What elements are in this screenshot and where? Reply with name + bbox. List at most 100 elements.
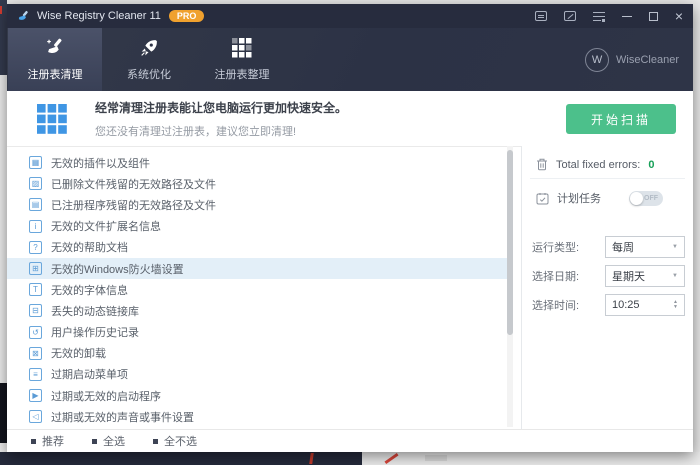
list-item[interactable]: ▶ 过期或无效的启动程序	[7, 385, 507, 406]
option-label: 推荐	[42, 436, 64, 448]
registry-list: ▦ 无效的插件以及组件 ▨ 已删除文件残留的无效路径及文件 ▤ 已注册程序残留的无效路径及…	[7, 146, 507, 429]
list-item[interactable]: ⊟ 丢失的动态链接库	[7, 300, 507, 321]
banner-subline: 您还没有清理过注册表，建议您立即清理!	[95, 125, 297, 138]
option-label: 全选	[103, 436, 125, 448]
chevron-down-icon: ▼	[672, 273, 678, 279]
list-item[interactable]: ◁ 过期或无效的声音或事件设置	[7, 406, 507, 427]
list-item-label: 无效的字体信息	[51, 284, 128, 297]
deleted-file-icon: ▨	[29, 177, 42, 191]
list-item-label: 用户操作历史记录	[51, 327, 139, 340]
brand-logo: W WiseCleaner	[585, 28, 679, 91]
chevron-down-icon: ▼	[672, 244, 678, 250]
run-type-select[interactable]: 每周 ▼	[605, 236, 685, 258]
app-logo-icon	[18, 10, 28, 20]
schedule-toggle[interactable]: OFF	[629, 190, 663, 206]
nav-tabbar: 注册表清理 系统优化 注册表整理 W WiseCleaner	[7, 28, 693, 91]
list-item[interactable]: ▨ 已删除文件残留的无效路径及文件	[7, 173, 507, 194]
app-window: Wise Registry Cleaner 11 PRO × 注册表清理 系统优…	[7, 4, 693, 452]
trash-icon	[537, 158, 547, 171]
file-extension-icon: i	[29, 219, 42, 233]
maximize-button[interactable]	[648, 11, 658, 21]
list-item-label: 无效的文件扩展名信息	[51, 221, 161, 234]
brand-name: WiseCleaner	[616, 53, 679, 66]
list-item-label: 已注册程序残留的无效路径及文件	[51, 199, 216, 212]
list-item[interactable]: ⊠ 无效的卸载	[7, 343, 507, 364]
tab-label: 系统优化	[127, 69, 171, 81]
selection-footer: 推荐 全选 全不选	[7, 429, 693, 452]
bullet-icon	[92, 438, 97, 444]
bullet-icon	[31, 438, 36, 444]
background-fragment	[0, 383, 7, 443]
tab-registry-cleanup[interactable]: 注册表清理	[8, 28, 102, 91]
help-doc-icon: ?	[29, 240, 42, 254]
list-item[interactable]: T 无效的字体信息	[7, 279, 507, 300]
side-panel: Total fixed errors: 0 计划任务 OFF 运行类型: 每周	[522, 146, 693, 429]
list-item-label: 丢失的动态链接库	[51, 305, 139, 318]
pro-badge: PRO	[168, 10, 205, 22]
list-item-label: 无效的帮助文档	[51, 242, 128, 255]
edit-icon[interactable]	[563, 11, 576, 21]
background-fragment	[0, 6, 2, 14]
rocket-icon	[141, 40, 157, 56]
scrollbar-thumb[interactable]	[507, 150, 513, 335]
schedule-label: 计划任务	[557, 193, 601, 205]
wisecleaner-logo-icon: W	[585, 47, 610, 72]
info-banner: 经常清理注册表能让您电脑运行更加快速安全。 您还没有清理过注册表，建议您立即清理…	[7, 91, 693, 147]
menu-icon[interactable]	[592, 11, 605, 22]
screen: Wise Registry Cleaner 11 PRO × 注册表清理 系统优…	[0, 0, 700, 465]
list-item[interactable]: ≡ 过期启动菜单项	[7, 364, 507, 385]
list-item[interactable]: i 无效的文件扩展名信息	[7, 216, 507, 237]
list-item[interactable]: ⊞ 无效的Windows防火墙设置	[7, 257, 507, 280]
time-spinner-value: 10:25	[612, 299, 640, 311]
uninstall-icon: ⊠	[29, 346, 42, 360]
select-none-button[interactable]: 全不选	[153, 433, 197, 449]
minimize-button[interactable]	[621, 15, 632, 17]
startup-program-icon: ▶	[29, 389, 42, 403]
option-label: 全不选	[164, 436, 197, 448]
grid-icon	[232, 38, 252, 58]
start-scan-button[interactable]: 开始扫描	[566, 104, 676, 134]
fixed-errors-label: Total fixed errors:	[556, 158, 641, 171]
list-item-label: 无效的Windows防火墙设置	[51, 263, 184, 276]
time-select-label: 选择时间:	[532, 300, 580, 312]
list-item[interactable]: ▤ 已注册程序残留的无效路径及文件	[7, 194, 507, 215]
tab-system-tuneup[interactable]: 系统优化	[104, 28, 194, 91]
spinner-arrows-icon[interactable]: ▲ ▼	[673, 300, 678, 310]
list-item-label: 无效的卸载	[51, 348, 106, 361]
list-item-label: 过期启动菜单项	[51, 369, 128, 382]
registered-program-icon: ▤	[29, 198, 42, 212]
schedule-icon	[536, 192, 549, 204]
list-item[interactable]: ↺ 用户操作历史记录	[7, 322, 507, 343]
toggle-knob	[630, 191, 643, 205]
background-window-strip	[362, 452, 700, 465]
fixed-errors-value: 0	[648, 158, 655, 171]
firewall-icon: ⊞	[29, 262, 42, 276]
background-window-strip	[0, 452, 362, 465]
window-title: Wise Registry Cleaner 11	[37, 10, 161, 22]
tab-registry-defrag[interactable]: 注册表整理	[197, 28, 287, 91]
tab-label: 注册表清理	[27, 69, 83, 81]
list-item[interactable]: ▦ 无效的插件以及组件	[7, 152, 507, 173]
panel-separator	[530, 178, 685, 179]
list-item-label: 无效的插件以及组件	[51, 157, 150, 170]
tab-label: 注册表整理	[214, 69, 270, 81]
dll-icon: ⊟	[29, 304, 42, 318]
plugin-icon: ▦	[29, 156, 42, 170]
feedback-icon[interactable]	[534, 11, 547, 21]
select-all-button[interactable]: 全选	[92, 433, 125, 449]
grid-tiles-icon	[37, 103, 67, 134]
select-recommended-button[interactable]: 推荐	[31, 433, 64, 449]
titlebar[interactable]: Wise Registry Cleaner 11 PRO ×	[7, 4, 693, 28]
day-select-value: 星期天	[612, 271, 645, 283]
bullet-icon	[153, 438, 158, 444]
time-spinner[interactable]: 10:25 ▲ ▼	[605, 294, 685, 316]
list-item-label: 已删除文件残留的无效路径及文件	[51, 178, 216, 191]
day-select[interactable]: 星期天 ▼	[605, 265, 685, 287]
close-button[interactable]: ×	[675, 9, 683, 23]
list-item[interactable]: ? 无效的帮助文档	[7, 237, 507, 258]
run-type-value: 每周	[612, 242, 634, 254]
list-item-label: 过期或无效的启动程序	[51, 390, 161, 403]
brush-icon	[47, 38, 62, 53]
history-icon: ↺	[29, 325, 42, 339]
background-fragment	[425, 455, 447, 461]
